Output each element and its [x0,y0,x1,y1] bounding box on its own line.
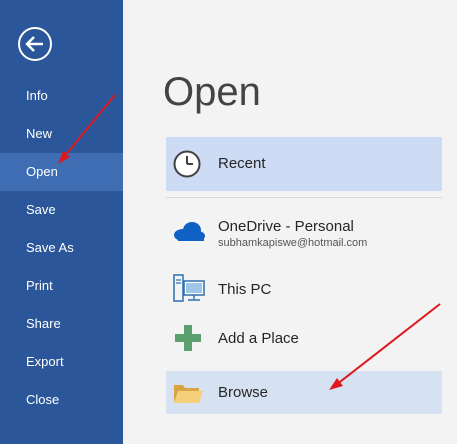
nav-save-as[interactable]: Save As [0,229,123,267]
location-label: Add a Place [218,330,299,347]
nav-info[interactable]: Info [0,77,123,115]
clock-icon [172,149,202,184]
onedrive-cloud-icon [172,219,206,248]
nav-share[interactable]: Share [0,305,123,343]
plus-icon [174,324,202,357]
location-label: This PC [218,281,272,298]
location-label: OneDrive - Personal [218,218,354,235]
location-add-place[interactable]: Add a Place [166,319,442,359]
page-title: Open [163,70,261,114]
location-label: Browse [218,384,269,401]
location-recent[interactable]: Recent [166,137,442,191]
nav-print[interactable]: Print [0,267,123,305]
location-onedrive[interactable]: OneDrive - Personal subhamkapiswe@hotmai… [166,208,442,258]
back-button[interactable] [16,25,54,63]
location-browse[interactable]: Browse [166,371,442,414]
backstage-sidebar: Info New Open Save Save As Print Share E… [0,0,123,444]
nav-close[interactable]: Close [0,381,123,419]
location-label: Recent [218,155,266,172]
nav-open[interactable]: Open [0,153,123,191]
location-this-pc[interactable]: This PC [166,270,442,310]
nav-new[interactable]: New [0,115,123,153]
nav-save[interactable]: Save [0,191,123,229]
computer-icon [172,273,206,310]
back-arrow-circle-icon [18,27,52,61]
divider [166,197,442,198]
account-email: subhamkapiswe@hotmail.com [218,237,368,249]
nav-export[interactable]: Export [0,343,123,381]
folder-icon [172,381,204,410]
